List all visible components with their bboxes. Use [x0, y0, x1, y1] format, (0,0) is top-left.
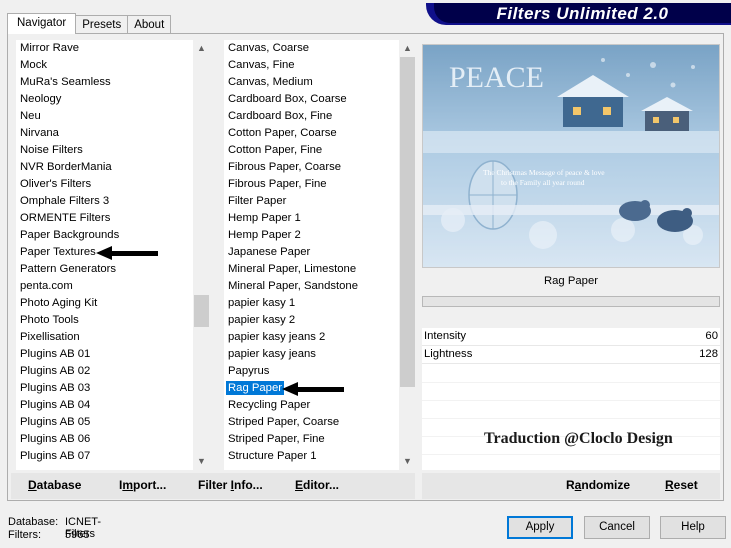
category-item[interactable]: Pixellisation [16, 329, 193, 346]
category-item[interactable]: Paper Backgrounds [16, 227, 193, 244]
filter-item[interactable]: Canvas, Coarse [224, 40, 399, 57]
parameter-panel: Intensity 60 Lightness 128 [422, 328, 720, 470]
pointer-arrow-icon [96, 246, 158, 260]
filter-item[interactable]: Cotton Paper, Coarse [224, 125, 399, 142]
filter-list[interactable]: Canvas, Coarse Canvas, Fine Canvas, Medium… [224, 40, 416, 470]
filter-item[interactable]: Canvas, Medium [224, 74, 399, 91]
cancel-button[interactable]: Cancel [584, 516, 650, 539]
app-banner: Filters Unlimited 2.0 [426, 3, 731, 25]
status-filters: Filters: 5965 [8, 529, 90, 541]
filter-item[interactable]: Striped Paper, Coarse [224, 414, 399, 431]
tab-presets[interactable]: Presets [75, 15, 129, 34]
category-item[interactable]: Pattern Generators [16, 261, 193, 278]
scroll-down-icon[interactable]: ▼ [193, 453, 210, 470]
category-item[interactable]: Plugins AB 05 [16, 414, 193, 431]
filter-item[interactable]: Fibrous Paper, Coarse [224, 159, 399, 176]
filter-item[interactable]: papier kasy jeans [224, 346, 399, 363]
parameter-label: Lightness [424, 348, 473, 360]
filter-item[interactable]: Structure Paper 1 [224, 448, 399, 465]
category-item[interactable]: Plugins AB 04 [16, 397, 193, 414]
category-item[interactable]: Photo Aging Kit [16, 295, 193, 312]
category-item[interactable]: penta.com [16, 278, 193, 295]
left-toolbar: Database Import... Filter Info... Editor… [11, 473, 415, 499]
filter-item[interactable]: Hemp Paper 2 [224, 227, 399, 244]
scroll-down-icon[interactable]: ▼ [399, 453, 416, 470]
editor-button[interactable]: Editor... [295, 478, 339, 492]
preview-title: PEACE [449, 61, 544, 94]
filter-item[interactable]: Cardboard Box, Fine [224, 108, 399, 125]
filter-item[interactable]: papier kasy jeans 2 [224, 329, 399, 346]
category-item[interactable]: Oliver's Filters [16, 176, 193, 193]
category-item[interactable]: Mirror Rave [16, 40, 193, 57]
randomize-button[interactable]: Randomize [566, 478, 630, 492]
filter-item[interactable]: Hemp Paper 1 [224, 210, 399, 227]
app-title: Filters Unlimited 2.0 [434, 3, 731, 23]
filter-item[interactable]: papier kasy 1 [224, 295, 399, 312]
preview-subtitle: The Christmas Message of peace & love [483, 168, 605, 177]
category-item[interactable]: NVR BorderMania [16, 159, 193, 176]
import-button[interactable]: Import... [119, 478, 166, 492]
right-toolbar: Randomize Reset [422, 473, 720, 499]
filter-item[interactable]: Japanese Paper [224, 244, 399, 261]
category-item[interactable]: Plugins AB 01 [16, 346, 193, 363]
category-item[interactable]: Plugins AB 07 [16, 448, 193, 465]
selected-filter-name: Rag Paper [543, 275, 598, 287]
category-item[interactable]: Photo Tools [16, 312, 193, 329]
database-button[interactable]: Database [28, 478, 81, 492]
preview-image: PEACE The Christmas Message of peace & l… [422, 44, 720, 268]
category-item[interactable]: MuRa's Seamless [16, 74, 193, 91]
category-item[interactable]: Noise Filters [16, 142, 193, 159]
status-database: Database: ICNET-Filters [8, 516, 102, 540]
lightness-slider[interactable]: Lightness 128 [422, 346, 720, 364]
filter-item[interactable]: Filter Paper [224, 193, 399, 210]
filter-item[interactable]: Mineral Paper, Sandstone [224, 278, 399, 295]
category-item[interactable]: Plugins AB 02 [16, 363, 193, 380]
filter-info-button[interactable]: Filter Info... [198, 478, 263, 492]
filter-item[interactable]: Canvas, Fine [224, 57, 399, 74]
filter-item[interactable]: Papyrus [224, 363, 399, 380]
parameter-label: Intensity [424, 330, 467, 342]
tab-strip: Navigator Presets About [7, 13, 172, 34]
parameter-value: 128 [699, 348, 718, 360]
filter-scrollbar[interactable]: ▲ ▼ [399, 40, 416, 470]
category-item[interactable]: Plugins AB 06 [16, 431, 193, 448]
category-item[interactable]: Mock [16, 57, 193, 74]
scroll-thumb[interactable] [400, 57, 415, 387]
help-button[interactable]: Help [660, 516, 726, 539]
scroll-thumb[interactable] [194, 295, 209, 327]
parameter-value: 60 [705, 330, 718, 342]
category-item[interactable]: Omphale Filters 3 [16, 193, 193, 210]
category-item[interactable]: ORMENTE Filters [16, 210, 193, 227]
filter-item[interactable]: Cotton Paper, Fine [224, 142, 399, 159]
category-scrollbar[interactable]: ▲ ▼ [193, 40, 210, 470]
category-item[interactable]: Neology [16, 91, 193, 108]
scroll-up-icon[interactable]: ▲ [399, 40, 416, 57]
filter-item[interactable]: papier kasy 2 [224, 312, 399, 329]
tab-navigator[interactable]: Navigator [7, 13, 77, 34]
filter-item[interactable]: Cardboard Box, Coarse [224, 91, 399, 108]
pointer-arrow-icon [282, 382, 344, 396]
filter-item[interactable]: Recycling Paper [224, 397, 399, 414]
scroll-up-icon[interactable]: ▲ [193, 40, 210, 57]
category-item[interactable]: Neu [16, 108, 193, 125]
filter-item[interactable]: Fibrous Paper, Fine [224, 176, 399, 193]
category-item[interactable]: Plugins AB 03 [16, 380, 193, 397]
preview-subtitle: to the Family all year round [501, 178, 585, 187]
filter-item[interactable]: Mineral Paper, Limestone [224, 261, 399, 278]
category-item[interactable]: Nirvana [16, 125, 193, 142]
filter-item[interactable]: Striped Paper, Fine [224, 431, 399, 448]
apply-button[interactable]: Apply [507, 516, 573, 539]
intensity-slider[interactable]: Intensity 60 [422, 328, 720, 346]
reset-button[interactable]: Reset [665, 478, 698, 492]
tab-about[interactable]: About [127, 15, 172, 34]
filter-progress-bar [422, 296, 720, 307]
watermark-text: Traduction @Cloclo Design [484, 430, 673, 447]
